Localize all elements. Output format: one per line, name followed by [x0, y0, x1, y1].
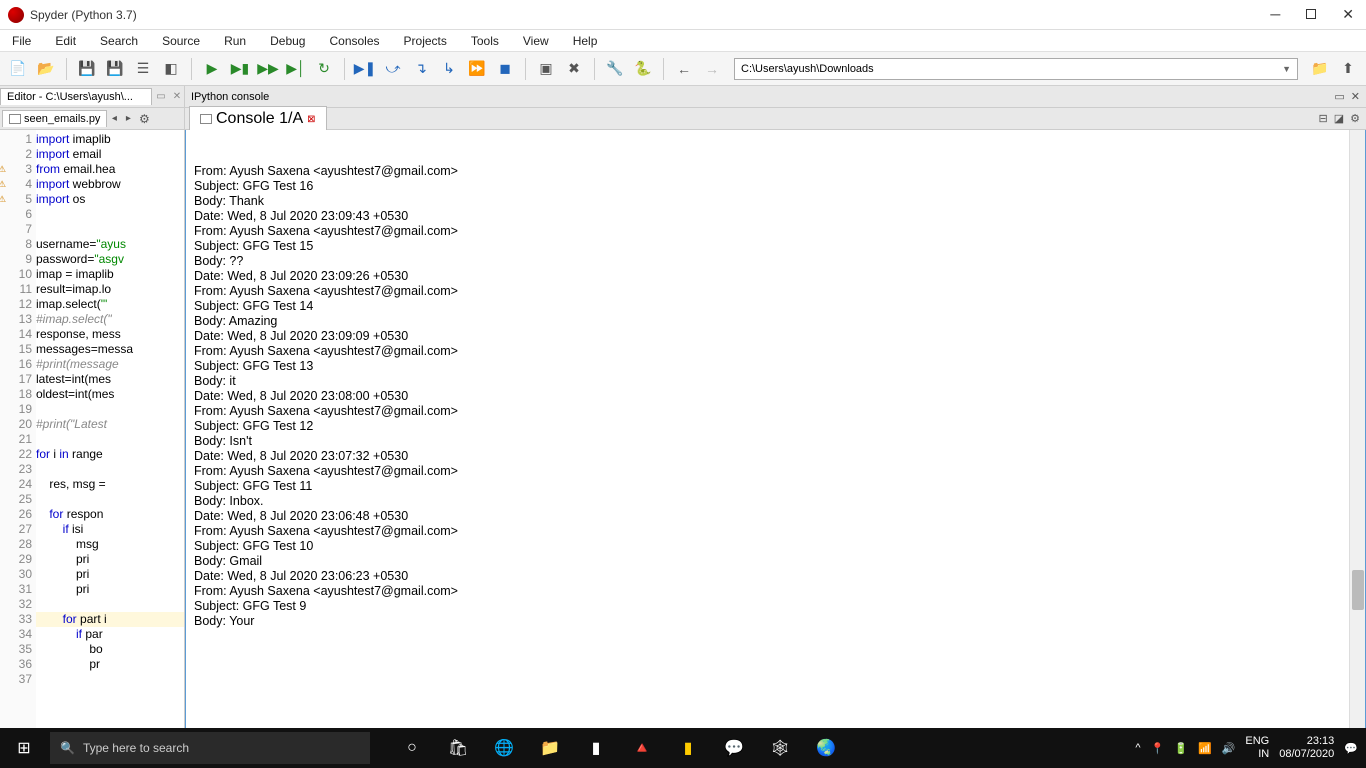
menu-consoles[interactable]: Consoles — [323, 32, 385, 50]
console-options-icon[interactable]: ◪ — [1334, 112, 1344, 125]
tray-volume-icon[interactable]: 🔊 — [1222, 742, 1236, 755]
parent-dir-button[interactable]: ⬆ — [1336, 57, 1360, 81]
tab-next-button[interactable]: ▸ — [121, 113, 135, 124]
tray-notifications-icon[interactable]: 💬 — [1344, 742, 1358, 755]
tray-battery-icon[interactable]: 🔋 — [1174, 742, 1188, 755]
menu-run[interactable]: Run — [218, 32, 252, 50]
run-cell-button[interactable]: ▶▮ — [228, 57, 252, 81]
chrome-icon[interactable]: 🌏 — [804, 728, 848, 768]
save-button[interactable]: 💾 — [75, 57, 99, 81]
console-panel: IPython console ▭ ✕ Console 1/A ⊠ ⊟ ◪ ⚙ … — [185, 86, 1366, 756]
menu-file[interactable]: File — [6, 32, 37, 50]
tab-options-button[interactable]: ⚙ — [135, 112, 153, 126]
run-button[interactable]: ▶ — [200, 57, 224, 81]
back-button[interactable]: ← — [672, 57, 696, 81]
undock-icon[interactable]: ▭ — [152, 91, 170, 102]
line-number-gutter: 1234567891011121314151617181920212223242… — [0, 130, 36, 756]
whatsapp-icon[interactable]: 💬 — [712, 728, 756, 768]
step-out-button[interactable]: ↳ — [437, 57, 461, 81]
window-title: Spyder (Python 3.7) — [30, 8, 1266, 22]
browse-button[interactable]: ◧ — [159, 57, 183, 81]
continue-button[interactable]: ⏩ — [465, 57, 489, 81]
fullscreen-button[interactable]: ✖ — [562, 57, 586, 81]
console-icon — [200, 114, 212, 124]
menu-debug[interactable]: Debug — [264, 32, 311, 50]
tray-language[interactable]: ENG IN — [1245, 735, 1269, 761]
console-menu-icon[interactable]: ⚙ — [1350, 112, 1360, 125]
edge-icon[interactable]: 🌐 — [482, 728, 526, 768]
menu-help[interactable]: Help — [567, 32, 604, 50]
stop-debug-button[interactable]: ◼ — [493, 57, 517, 81]
rerun-button[interactable]: ↻ — [312, 57, 336, 81]
step-into-button[interactable]: ↴ — [409, 57, 433, 81]
spyder-taskbar-icon[interactable]: 🕸 — [758, 728, 802, 768]
forward-button[interactable]: → — [700, 57, 724, 81]
menu-tools[interactable]: Tools — [465, 32, 505, 50]
code-editor[interactable]: 1234567891011121314151617181920212223242… — [0, 130, 184, 756]
tray-wifi-icon[interactable]: 📶 — [1198, 742, 1212, 755]
working-directory-value: C:\Users\ayush\Downloads — [741, 63, 874, 75]
file-tab[interactable]: seen_emails.py — [2, 110, 107, 127]
menubar: File Edit Search Source Run Debug Consoles Proj… — [0, 30, 1366, 52]
tray-up-icon[interactable]: ^ — [1135, 742, 1140, 754]
browse-dir-button[interactable]: 📁 — [1308, 57, 1332, 81]
run-cell-advance-button[interactable]: ▶▶ — [256, 57, 280, 81]
tab-prev-button[interactable]: ◂ — [107, 113, 121, 124]
notes-icon[interactable]: ▮ — [666, 728, 710, 768]
menu-projects[interactable]: Projects — [398, 32, 453, 50]
interrupt-kernel-icon[interactable]: ⊟ — [1319, 112, 1328, 125]
close-console-panel-icon[interactable]: ✕ — [1351, 90, 1360, 103]
toolbar: 📄 📂 💾 💾 ☰ ◧ ▶ ▶▮ ▶▶ ▶│ ↻ ▶❚ ⤻ ↴ ↳ ⏩ ◼ ▣ … — [0, 52, 1366, 86]
step-over-button[interactable]: ⤻ — [381, 57, 405, 81]
console-panel-title: IPython console — [191, 91, 269, 103]
debug-button[interactable]: ▶❚ — [353, 57, 377, 81]
explorer-icon[interactable]: 📁 — [528, 728, 572, 768]
python-path-button[interactable]: 🐍 — [631, 57, 655, 81]
start-button[interactable]: ⊞ — [0, 728, 48, 768]
menu-edit[interactable]: Edit — [49, 32, 82, 50]
minimize-button[interactable]: ─ — [1266, 6, 1284, 23]
preferences-button[interactable]: 🔧 — [603, 57, 627, 81]
console-output[interactable]: From: Ayush Saxena <ayushtest7@gmail.com… — [185, 130, 1366, 756]
vlc-icon[interactable]: 🔺 — [620, 728, 664, 768]
maximize-pane-button[interactable]: ▣ — [534, 57, 558, 81]
console-tab[interactable]: Console 1/A ⊠ — [189, 106, 327, 131]
list-button[interactable]: ☰ — [131, 57, 155, 81]
run-selection-button[interactable]: ▶│ — [284, 57, 308, 81]
file-icon — [9, 114, 21, 124]
search-placeholder: Type here to search — [83, 741, 189, 755]
editor-panel-tab[interactable]: Editor - C:\Users\ayush\... — [0, 88, 152, 105]
store-icon[interactable]: 🛍 — [436, 728, 480, 768]
open-file-button[interactable]: 📂 — [34, 57, 58, 81]
save-all-button[interactable]: 💾 — [103, 57, 127, 81]
menu-source[interactable]: Source — [156, 32, 206, 50]
tray-location-icon[interactable]: 📍 — [1151, 742, 1165, 755]
titlebar: Spyder (Python 3.7) ─ ✕ — [0, 0, 1366, 30]
menu-search[interactable]: Search — [94, 32, 144, 50]
editor-panel: Editor - C:\Users\ayush\... ▭ ✕ seen_ema… — [0, 86, 185, 756]
close-console-tab-icon[interactable]: ⊠ — [307, 114, 315, 125]
close-panel-icon[interactable]: ✕ — [170, 91, 184, 102]
dropdown-icon[interactable]: ▼ — [1282, 64, 1291, 74]
working-directory-input[interactable]: C:\Users\ayush\Downloads ▼ — [734, 58, 1298, 80]
spyder-icon — [8, 7, 24, 23]
search-icon: 🔍 — [60, 741, 75, 755]
code-area[interactable]: import imaplibimport emailfrom email.hea… — [36, 130, 184, 756]
menu-view[interactable]: View — [517, 32, 555, 50]
cortana-icon[interactable]: ○ — [390, 728, 434, 768]
terminal-icon[interactable]: ▮ — [574, 728, 618, 768]
close-button[interactable]: ✕ — [1338, 6, 1358, 23]
console-scrollbar[interactable] — [1349, 130, 1365, 755]
undock-console-icon[interactable]: ▭ — [1334, 90, 1344, 103]
tray-clock[interactable]: 23:13 08/07/2020 — [1279, 735, 1334, 761]
taskbar-search[interactable]: 🔍 Type here to search — [50, 732, 370, 764]
windows-taskbar: ⊞ 🔍 Type here to search ○ 🛍 🌐 📁 ▮ 🔺 ▮ 💬 … — [0, 728, 1366, 768]
new-file-button[interactable]: 📄 — [6, 57, 30, 81]
maximize-button[interactable] — [1302, 6, 1320, 23]
